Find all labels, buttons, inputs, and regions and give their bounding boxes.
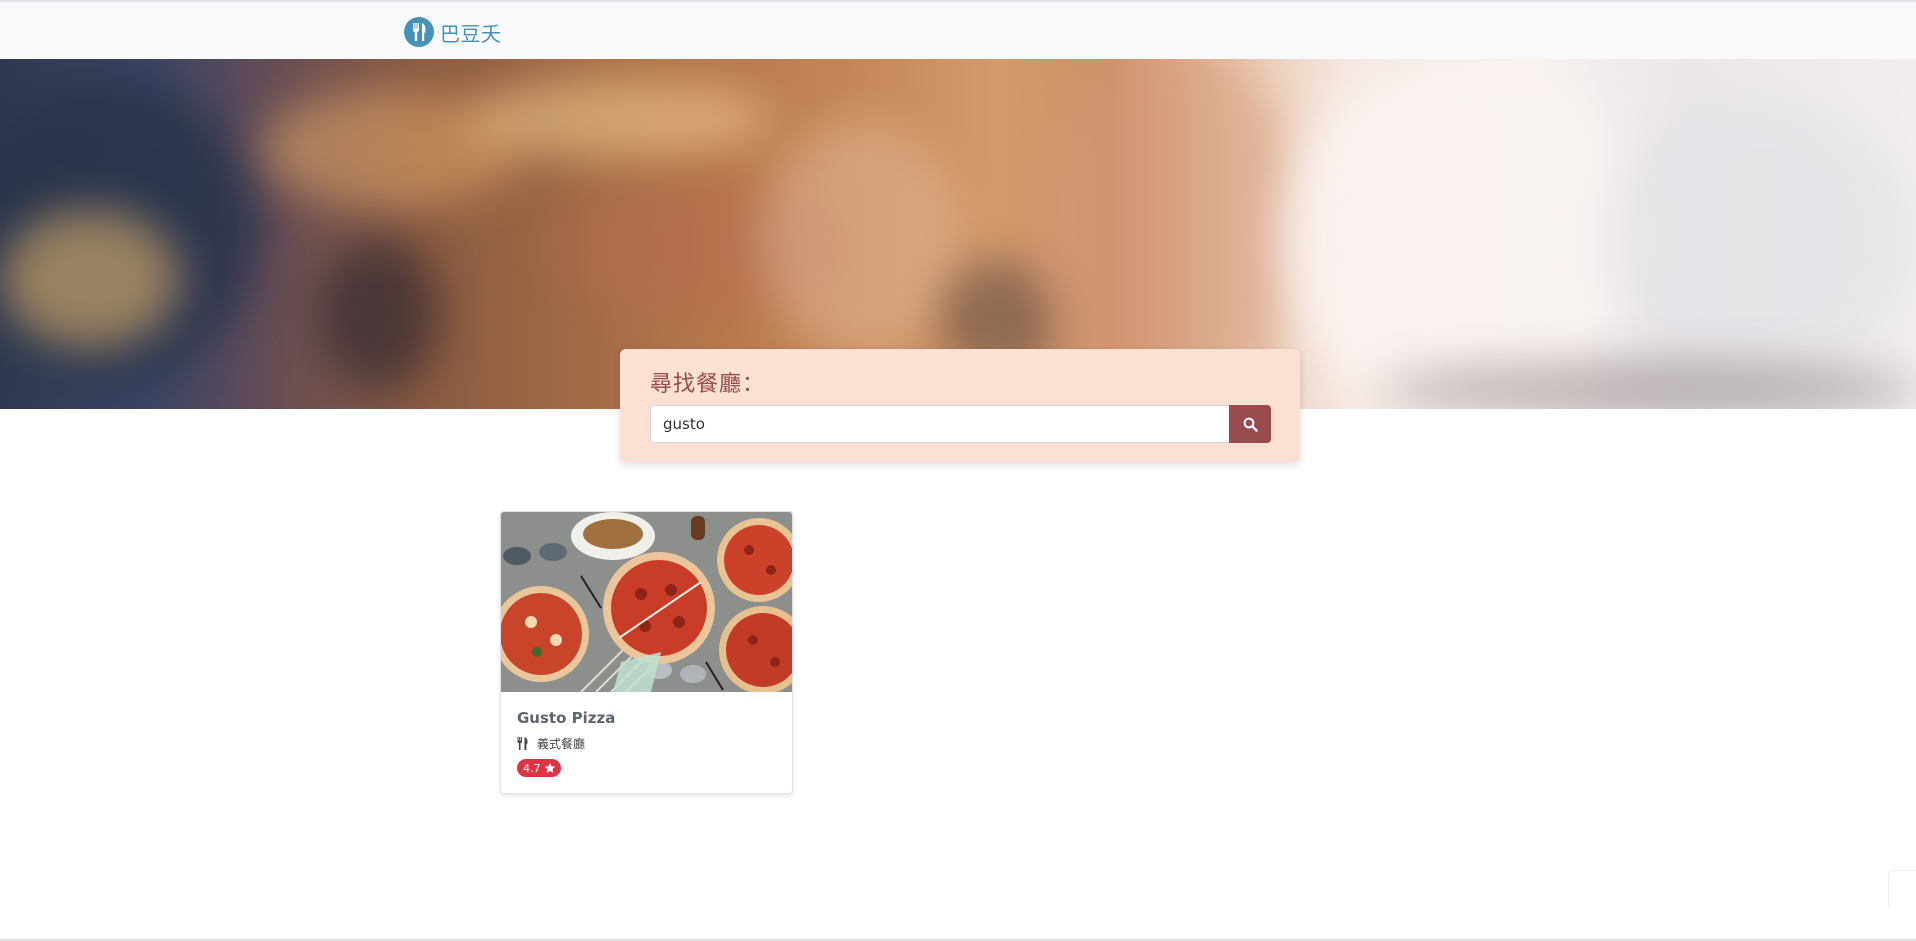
rating-value: 4.7 [523, 761, 541, 775]
star-icon [544, 762, 556, 774]
utensils-icon [517, 737, 529, 750]
search-input[interactable] [650, 405, 1229, 443]
restaurant-photo [501, 512, 792, 692]
restaurant-card[interactable]: Gusto Pizza 義式餐廳 4.7 [500, 511, 793, 794]
rating-badge: 4.7 [517, 759, 561, 777]
brand-name: 巴豆夭 [440, 21, 502, 46]
brand-link[interactable]: 巴豆夭 [404, 16, 502, 48]
restaurant-category: 義式餐廳 [517, 735, 585, 752]
category-label: 義式餐廳 [537, 737, 586, 751]
restaurant-name[interactable]: Gusto Pizza [517, 709, 615, 727]
search-label: 尋找餐廳： [650, 372, 766, 397]
scroll-to-top-button[interactable] [1888, 870, 1916, 907]
navbar: 巴豆夭 [0, 2, 1916, 59]
search-icon [1243, 417, 1258, 432]
search-panel: 尋找餐廳： [620, 349, 1300, 462]
search-button[interactable] [1229, 405, 1271, 443]
utensils-icon [404, 17, 434, 47]
